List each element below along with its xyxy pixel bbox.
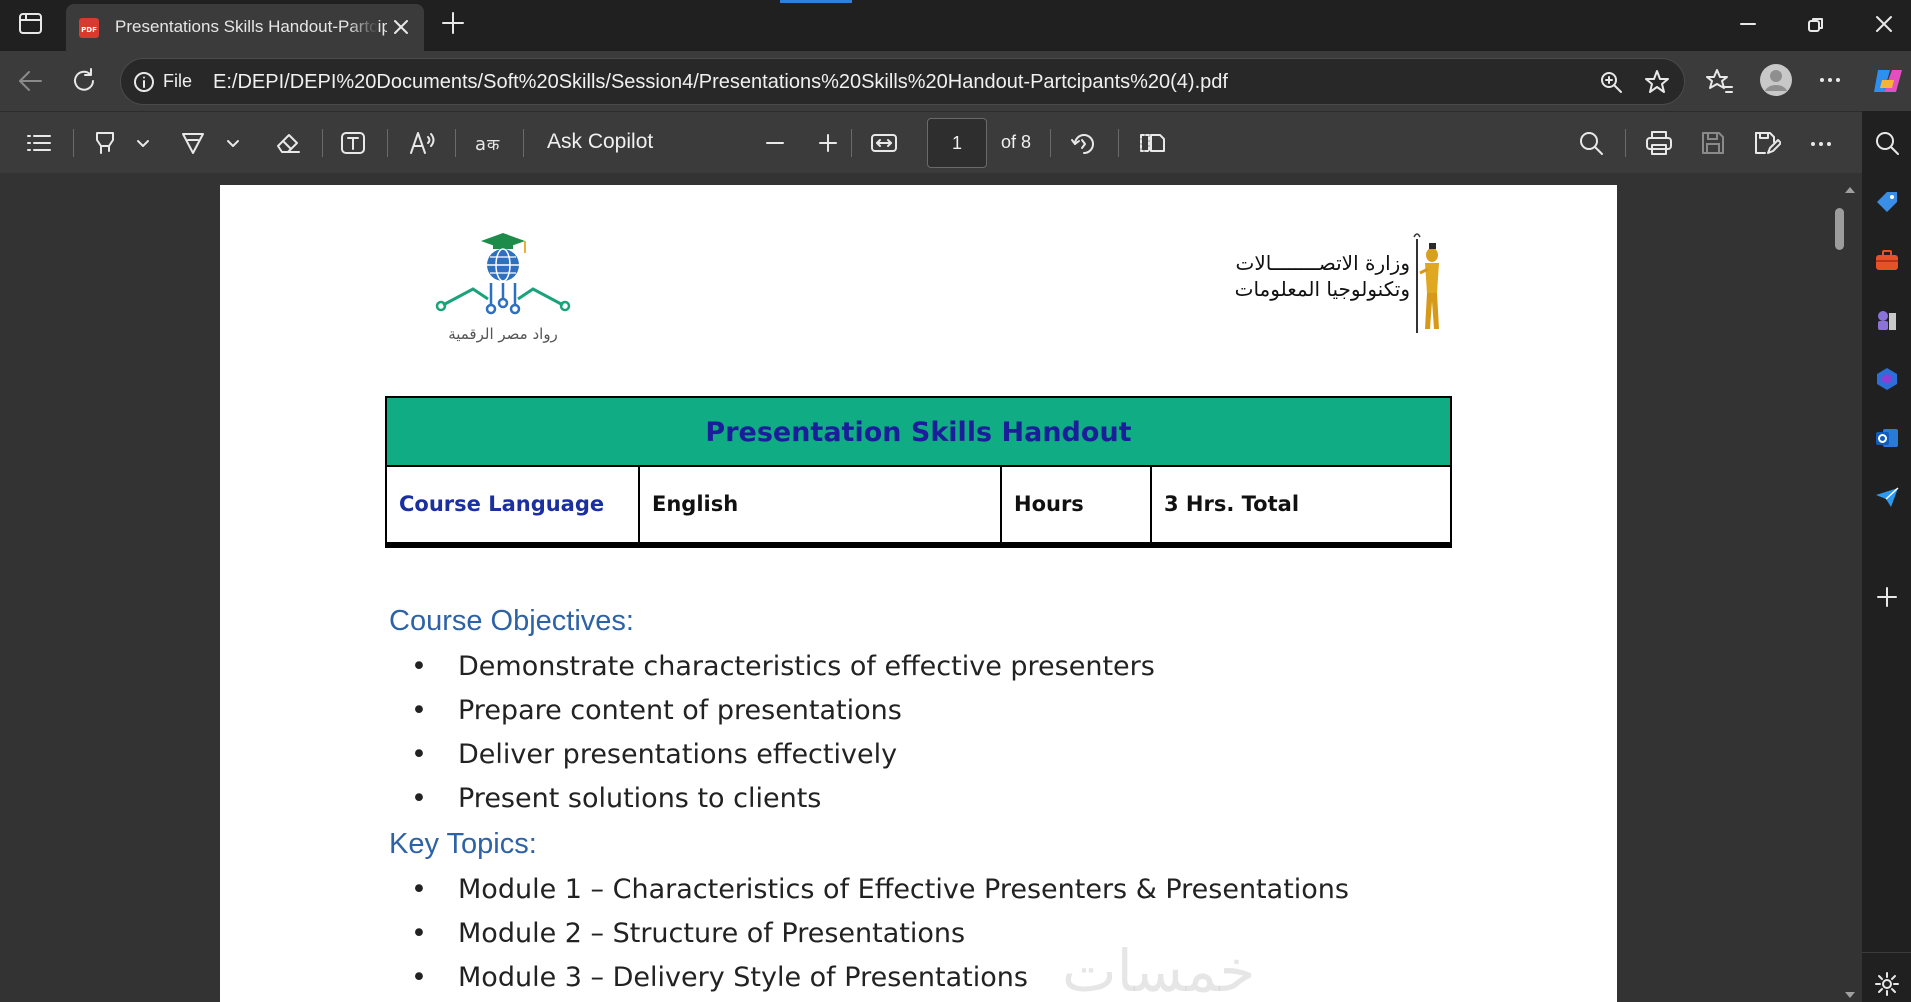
- refresh-icon[interactable]: [70, 67, 98, 95]
- vertical-scrollbar[interactable]: [1836, 173, 1862, 1002]
- key-topics-heading: Key Topics:: [389, 828, 537, 860]
- list-item: Prepare content of presentations: [389, 695, 1155, 739]
- logo-right-line2: وتكنولوجيا المعلومات: [1234, 277, 1410, 301]
- scrollbar-thumb[interactable]: [1835, 208, 1844, 250]
- toolbar-separator: [851, 129, 852, 157]
- url-text[interactable]: E:/DEPI/DEPI%20Documents/Soft%20Skills/S…: [213, 71, 1228, 94]
- toolbar-separator: [455, 129, 456, 157]
- shopping-tag-icon[interactable]: [1874, 189, 1900, 215]
- page-view-icon[interactable]: [1138, 131, 1166, 155]
- profile-avatar-icon[interactable]: [1759, 63, 1793, 97]
- new-tab-icon[interactable]: [441, 11, 465, 35]
- microsoft-365-icon[interactable]: [1874, 366, 1900, 392]
- save-as-icon[interactable]: [1753, 130, 1781, 156]
- translate-icon[interactable]: aक: [474, 130, 504, 156]
- eraser-icon[interactable]: [274, 130, 302, 156]
- course-info-row: Course Language English Hours 3 Hrs. Tot…: [387, 467, 1450, 546]
- scroll-down-arrow-icon[interactable]: [1844, 991, 1856, 999]
- ask-copilot-button[interactable]: Ask Copilot: [547, 130, 653, 154]
- highlight-options-chevron-icon[interactable]: [136, 139, 150, 149]
- toolbar-separator: [387, 129, 388, 157]
- logo-left-caption: رواد مصر الرقمية: [448, 325, 558, 343]
- contents-list-icon[interactable]: [26, 132, 52, 154]
- ministry-logo: وزارة الاتصــــــــالات وتكنولوجيا المعل…: [1234, 229, 1480, 339]
- list-item: Present solutions to clients: [389, 783, 1155, 827]
- fit-to-width-icon[interactable]: [870, 131, 898, 155]
- sidebar-settings-gear-icon[interactable]: [1874, 971, 1900, 997]
- pdf-page: رواد مصر الرقمية وزارة الاتصــــــــالات…: [220, 185, 1617, 1002]
- logo-right-line1: وزارة الاتصــــــــالات: [1235, 251, 1410, 275]
- course-language-label: Course Language: [387, 467, 640, 542]
- list-item: Module 1 – Characteristics of Effective …: [389, 874, 1349, 918]
- tools-briefcase-icon[interactable]: [1874, 248, 1900, 274]
- draw-icon[interactable]: [180, 130, 206, 156]
- send-drop-icon[interactable]: [1874, 484, 1900, 510]
- course-header-table: Presentation Skills Handout Course Langu…: [385, 396, 1452, 548]
- file-scheme-label: File: [163, 71, 193, 91]
- navigation-bar: File E:/DEPI/DEPI%20Documents/Soft%20Ski…: [0, 51, 1911, 111]
- close-window-icon[interactable]: [1874, 14, 1894, 34]
- list-item: Deliver presentations effectively: [389, 739, 1155, 783]
- tab-title: Presentations Skills Handout-Partcipants…: [115, 17, 387, 36]
- scroll-up-arrow-icon[interactable]: [1844, 186, 1856, 194]
- rotate-icon[interactable]: [1070, 130, 1098, 158]
- sidebar-search-icon[interactable]: [1874, 130, 1900, 156]
- draw-options-chevron-icon[interactable]: [226, 139, 240, 149]
- toolbar-separator: [73, 129, 74, 157]
- window-drag-indicator: [780, 0, 852, 3]
- edge-sidebar: [1862, 111, 1911, 1002]
- svg-text:क: क: [487, 135, 500, 154]
- toolbar-separator: [1118, 129, 1119, 157]
- print-icon[interactable]: [1645, 130, 1673, 156]
- page-total-label: of 8: [1001, 132, 1032, 152]
- svg-text:PDF: PDF: [81, 26, 97, 34]
- hours-value: 3 Hrs. Total: [1164, 492, 1300, 516]
- search-icon[interactable]: [1578, 130, 1604, 156]
- favorite-star-icon[interactable]: [1644, 69, 1670, 95]
- back-arrow-icon[interactable]: [16, 67, 44, 95]
- tab-actions-icon[interactable]: [18, 12, 44, 36]
- save-icon[interactable]: [1700, 130, 1726, 156]
- zoom-icon[interactable]: [1599, 70, 1623, 94]
- add-sidebar-app-icon[interactable]: [1874, 584, 1900, 610]
- favorites-icon[interactable]: [1706, 67, 1734, 95]
- toolbar-separator: [523, 129, 524, 157]
- toolbar-separator: [1625, 129, 1626, 157]
- sidebar-divider: [1862, 952, 1911, 953]
- digital-egypt-pioneers-logo: رواد مصر الرقمية: [433, 229, 573, 349]
- outlook-icon[interactable]: [1874, 425, 1900, 451]
- tab-title-fade: [348, 10, 378, 44]
- read-aloud-icon[interactable]: [408, 129, 436, 157]
- toolbar-separator: [322, 129, 323, 157]
- highlight-icon[interactable]: [92, 130, 118, 156]
- course-language-value: English: [640, 467, 1002, 542]
- zoom-in-icon[interactable]: [817, 132, 839, 154]
- address-bar[interactable]: File E:/DEPI/DEPI%20Documents/Soft%20Ski…: [120, 58, 1685, 105]
- pdf-file-icon: PDF: [78, 17, 100, 39]
- tab-active[interactable]: PDF Presentations Skills Handout-Partcip…: [66, 4, 424, 51]
- watermark: خمسات: [1062, 937, 1256, 1002]
- course-objectives-heading: Course Objectives:: [389, 605, 634, 637]
- games-icon[interactable]: [1874, 307, 1900, 333]
- text-box-icon[interactable]: [340, 130, 366, 156]
- title-bar: PDF Presentations Skills Handout-Partcip…: [0, 0, 1911, 51]
- info-icon[interactable]: [133, 71, 155, 93]
- more-options-icon[interactable]: [1809, 140, 1833, 148]
- pharaoh-figure-icon: [1412, 229, 1446, 335]
- toolbar-separator: [1050, 129, 1051, 157]
- svg-text:a: a: [475, 134, 486, 155]
- minimize-icon[interactable]: [1738, 14, 1758, 34]
- objectives-list: Demonstrate characteristics of effective…: [389, 651, 1155, 827]
- list-item: Demonstrate characteristics of effective…: [389, 651, 1155, 695]
- handout-title: Presentation Skills Handout: [387, 398, 1450, 467]
- hours-label: Hours: [1002, 467, 1152, 542]
- page-number-input[interactable]: 1: [927, 118, 987, 168]
- pdf-toolbar: aक Ask Copilot 1 of 8: [0, 111, 1862, 173]
- copilot-icon[interactable]: [1870, 64, 1904, 98]
- settings-more-icon[interactable]: [1818, 76, 1842, 84]
- restore-icon[interactable]: [1806, 15, 1826, 35]
- close-tab-icon[interactable]: [392, 18, 410, 36]
- zoom-out-icon[interactable]: [764, 132, 786, 154]
- pdf-viewport[interactable]: رواد مصر الرقمية وزارة الاتصــــــــالات…: [0, 173, 1862, 1002]
